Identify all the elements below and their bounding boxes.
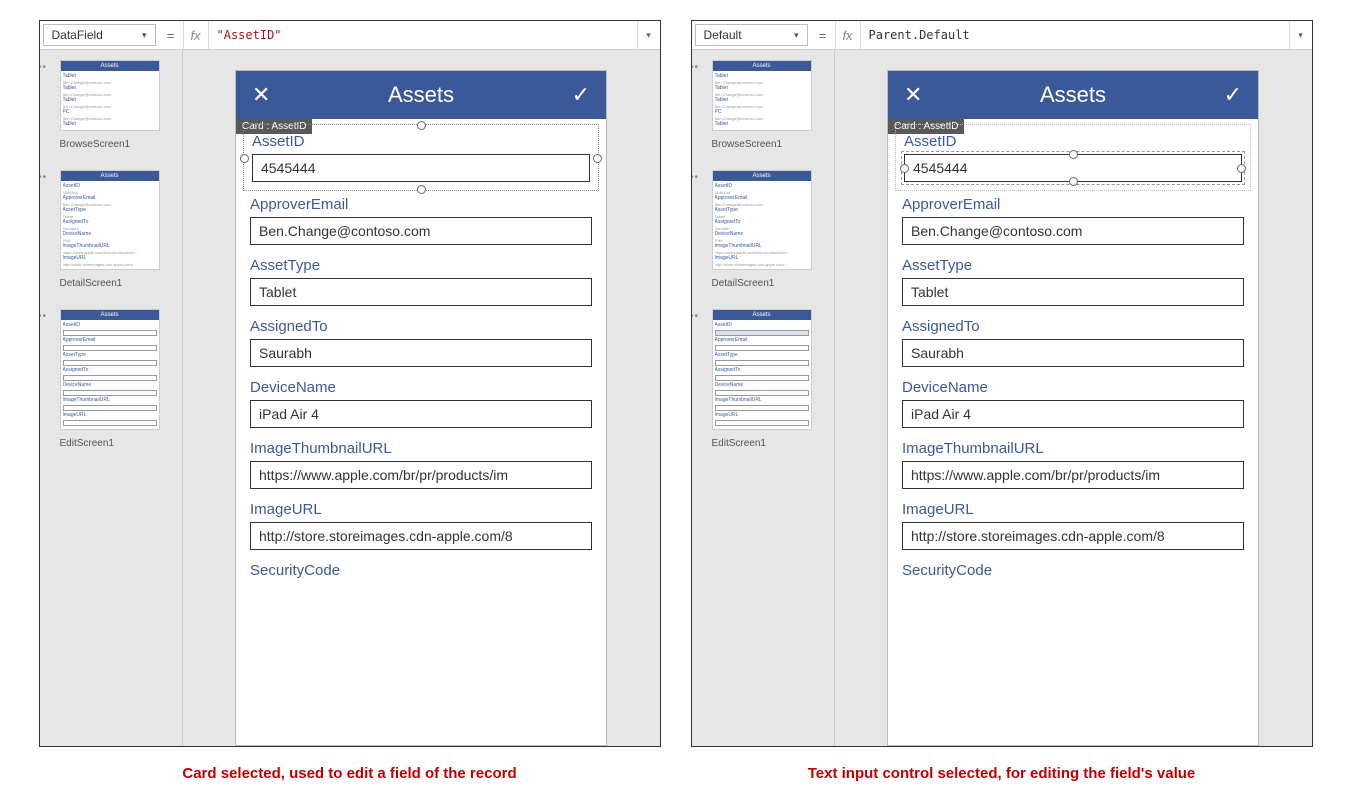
chevron-down-icon: ▾: [142, 30, 147, 41]
field-label: AssignedTo: [250, 318, 592, 335]
field-label: ImageURL: [250, 501, 592, 518]
thumb-label-browse: BrowseScreen1: [712, 139, 828, 150]
card-devicename[interactable]: DeviceName iPad Air 4: [902, 379, 1244, 428]
formula-input[interactable]: Parent.Default: [861, 21, 1289, 49]
more-icon[interactable]: •••: [692, 62, 700, 73]
thumb-label-edit: EditScreen1: [60, 438, 176, 449]
equals-label: =: [159, 21, 184, 49]
formula-bar: DataField ▾ = fx "AssetID" ▾: [40, 21, 660, 50]
more-icon[interactable]: •••: [692, 311, 700, 322]
thumb-edit[interactable]: Assets AssetID ApproverEmail AssetType A…: [712, 309, 812, 430]
more-icon[interactable]: •••: [40, 62, 48, 73]
design-canvas[interactable]: ✕ Assets ✓ Card : AssetID AssetID 454544…: [182, 50, 660, 746]
field-input[interactable]: Ben.Change@contoso.com: [902, 217, 1244, 245]
field-input[interactable]: iPad Air 4: [250, 400, 592, 428]
card-approveremail[interactable]: ApproverEmail Ben.Change@contoso.com: [250, 196, 592, 245]
field-input[interactable]: Saurabh: [250, 339, 592, 367]
card-assettype[interactable]: AssetType Tablet: [902, 257, 1244, 306]
formula-dropdown[interactable]: ▾: [637, 21, 660, 49]
thumb-label-detail: DetailScreen1: [60, 278, 176, 289]
field-input[interactable]: http://store.storeimages.cdn-apple.com/8: [902, 522, 1244, 550]
field-label: ImageURL: [902, 501, 1244, 518]
card-assignedto[interactable]: AssignedTo Saurabh: [902, 318, 1244, 367]
phone-preview: ✕ Assets ✓ Card : AssetID AssetID 454544…: [235, 70, 607, 746]
form-title: Assets: [922, 82, 1223, 108]
fx-icon: fx: [836, 21, 861, 49]
field-label: DeviceName: [250, 379, 592, 396]
field-input[interactable]: 4545444: [252, 154, 590, 182]
property-dropdown[interactable]: DataField ▾: [43, 24, 156, 46]
check-icon[interactable]: ✓: [1224, 82, 1242, 108]
more-icon[interactable]: •••: [40, 311, 48, 322]
phone-preview: ✕ Assets ✓ Card : AssetID AssetID 454544…: [887, 70, 1259, 746]
caption-left: Card selected, used to edit a field of t…: [182, 765, 516, 782]
field-label: ApproverEmail: [250, 196, 592, 213]
field-label: AssetID: [904, 133, 1242, 150]
property-name: DataField: [52, 28, 103, 42]
card-imagethumbnailurl[interactable]: ImageThumbnailURL https://www.apple.com/…: [250, 440, 592, 489]
form-header: ✕ Assets ✓ Card : AssetID: [888, 71, 1258, 119]
field-input[interactable]: Saurabh: [902, 339, 1244, 367]
field-label: DeviceName: [902, 379, 1244, 396]
thumb-detail[interactable]: Assets AssetID4545444 ApproverEmailBen.C…: [60, 170, 160, 270]
right-panel: Default ▾ = fx Parent.Default ▾ ••• Asse…: [691, 20, 1313, 747]
close-icon[interactable]: ✕: [252, 82, 270, 108]
formula-dropdown[interactable]: ▾: [1289, 21, 1312, 49]
field-label: AssetType: [250, 257, 592, 274]
property-name: Default: [704, 28, 742, 42]
field-input[interactable]: https://www.apple.com/br/pr/products/im: [902, 461, 1244, 489]
field-input[interactable]: https://www.apple.com/br/pr/products/im: [250, 461, 592, 489]
card-devicename[interactable]: DeviceName iPad Air 4: [250, 379, 592, 428]
card-assetid[interactable]: AssetID 4545444: [902, 131, 1244, 184]
field-label: AssetID: [252, 133, 590, 150]
card-assettype[interactable]: AssetType Tablet: [250, 257, 592, 306]
more-icon[interactable]: •••: [40, 172, 48, 183]
field-label: AssignedTo: [902, 318, 1244, 335]
left-panel: DataField ▾ = fx "AssetID" ▾ ••• Assets …: [39, 20, 661, 747]
close-icon[interactable]: ✕: [904, 82, 922, 108]
card-securitycode[interactable]: SecurityCode: [250, 562, 592, 579]
thumb-browse[interactable]: Assets TabletBen.Change@contoso.com Tabl…: [60, 60, 160, 131]
thumb-edit[interactable]: Assets AssetID ApproverEmail AssetType A…: [60, 309, 160, 430]
card-imageurl[interactable]: ImageURL http://store.storeimages.cdn-ap…: [250, 501, 592, 550]
field-label: SecurityCode: [250, 562, 592, 579]
design-canvas[interactable]: ✕ Assets ✓ Card : AssetID AssetID 454544…: [834, 50, 1312, 746]
formula-bar: Default ▾ = fx Parent.Default ▾: [692, 21, 1312, 50]
field-label: ImageThumbnailURL: [902, 440, 1244, 457]
thumb-detail[interactable]: Assets AssetID4545444 ApproverEmailBen.C…: [712, 170, 812, 270]
caption-right: Text input control selected, for editing…: [808, 765, 1196, 782]
thumb-label-edit: EditScreen1: [712, 438, 828, 449]
form-title: Assets: [270, 82, 571, 108]
property-dropdown[interactable]: Default ▾: [695, 24, 808, 46]
fx-icon: fx: [184, 21, 209, 49]
screen-thumbnails: ••• Assets TabletBen.Change@contoso.com …: [692, 50, 834, 746]
thumb-label-browse: BrowseScreen1: [60, 139, 176, 150]
form-header: ✕ Assets ✓ Card : AssetID: [236, 71, 606, 119]
card-imagethumbnailurl[interactable]: ImageThumbnailURL https://www.apple.com/…: [902, 440, 1244, 489]
card-imageurl[interactable]: ImageURL http://store.storeimages.cdn-ap…: [902, 501, 1244, 550]
more-icon[interactable]: •••: [692, 172, 700, 183]
thumb-browse[interactable]: Assets TabletBen.Change@contoso.com Tabl…: [712, 60, 812, 131]
field-input[interactable]: Tablet: [250, 278, 592, 306]
thumb-label-detail: DetailScreen1: [712, 278, 828, 289]
field-input[interactable]: Tablet: [902, 278, 1244, 306]
screen-thumbnails: ••• Assets TabletBen.Change@contoso.com …: [40, 50, 182, 746]
field-label: ImageThumbnailURL: [250, 440, 592, 457]
field-label: AssetType: [902, 257, 1244, 274]
formula-input[interactable]: "AssetID": [209, 21, 637, 49]
card-approveremail[interactable]: ApproverEmail Ben.Change@contoso.com: [902, 196, 1244, 245]
card-assetid[interactable]: AssetID 4545444: [250, 131, 592, 184]
card-assignedto[interactable]: AssignedTo Saurabh: [250, 318, 592, 367]
chevron-down-icon: ▾: [794, 30, 799, 41]
field-input[interactable]: Ben.Change@contoso.com: [250, 217, 592, 245]
check-icon[interactable]: ✓: [572, 82, 590, 108]
field-input[interactable]: iPad Air 4: [902, 400, 1244, 428]
card-securitycode[interactable]: SecurityCode: [902, 562, 1244, 579]
field-label: SecurityCode: [902, 562, 1244, 579]
equals-label: =: [811, 21, 836, 49]
field-input[interactable]: http://store.storeimages.cdn-apple.com/8: [250, 522, 592, 550]
field-label: ApproverEmail: [902, 196, 1244, 213]
